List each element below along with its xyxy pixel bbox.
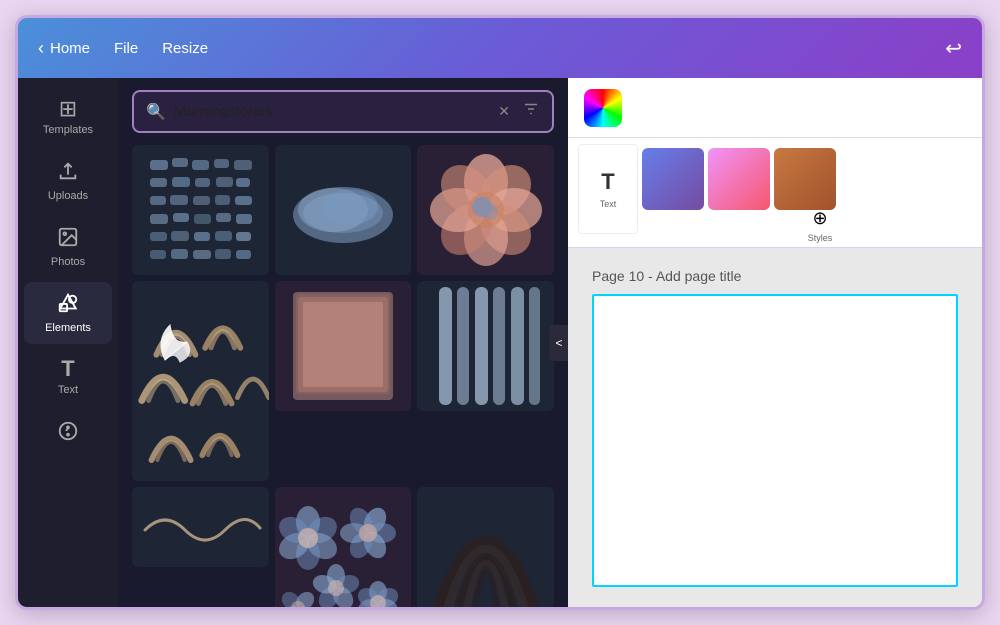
elements-panel: 🔍 ✕ — [118, 78, 568, 607]
filter-icon[interactable] — [522, 100, 540, 123]
elements-grid — [118, 145, 568, 607]
templates-label: Templates — [43, 124, 93, 136]
canvas-area: Page 10 - Add page title — [568, 248, 982, 607]
back-arrow-icon: ‹ — [38, 38, 44, 59]
sidebar: ⊞ Templates Uploads — [18, 78, 118, 607]
sidebar-item-templates[interactable]: ⊞ Templates — [24, 88, 112, 146]
styles-tool-button[interactable]: ⊕ Styles — [790, 180, 850, 248]
element-squiggle[interactable] — [132, 487, 269, 567]
element-blue-flowers[interactable] — [275, 487, 412, 607]
search-input[interactable] — [174, 103, 490, 120]
photos-icon — [57, 226, 79, 252]
templates-icon: ⊞ — [59, 98, 77, 120]
file-button[interactable]: File — [114, 40, 138, 57]
sidebar-item-photos[interactable]: Photos — [24, 216, 112, 278]
right-area: T Text ⊕ Styles Page 10 — [568, 78, 982, 607]
text-tool-label: Text — [600, 199, 617, 209]
element-stripes[interactable] — [417, 281, 554, 411]
page-title-bar: Page 10 - Add page title — [592, 268, 958, 284]
text-icon: T — [61, 358, 74, 380]
text-tool-icon: T — [601, 169, 614, 195]
element-rainbows[interactable] — [132, 281, 269, 481]
gradient-thumb-1[interactable] — [642, 148, 704, 210]
home-label: Home — [50, 40, 90, 57]
sidebar-item-more[interactable] — [24, 410, 112, 456]
color-picker-button[interactable] — [584, 89, 622, 127]
elements-label: Elements — [45, 322, 91, 334]
photos-label: Photos — [51, 256, 85, 268]
sidebar-item-uploads[interactable]: Uploads — [24, 150, 112, 212]
undo-button[interactable]: ↩ — [945, 36, 962, 61]
right-toolbar — [568, 78, 982, 138]
element-peach-flower[interactable] — [417, 145, 554, 275]
elements-icon — [57, 292, 79, 318]
more-icon — [57, 420, 79, 446]
styles-icon: ⊕ — [812, 208, 827, 229]
page-canvas[interactable] — [592, 294, 958, 587]
uploads-label: Uploads — [48, 190, 88, 202]
collapse-panel-button[interactable]: < — [549, 325, 568, 361]
uploads-icon — [57, 160, 79, 186]
gradient-thumb-2[interactable] — [708, 148, 770, 210]
collapse-icon: < — [555, 336, 562, 350]
element-rainbow-arch[interactable] — [417, 487, 554, 607]
text-tool-button[interactable]: T Text — [578, 144, 638, 234]
element-cloud[interactable] — [275, 145, 412, 275]
page-title: Page 10 - Add page title — [592, 268, 741, 284]
resize-button[interactable]: Resize — [162, 40, 208, 57]
right-panel-mini: T Text ⊕ Styles — [568, 138, 982, 248]
resize-label: Resize — [162, 40, 208, 57]
sidebar-item-text[interactable]: T Text — [24, 348, 112, 406]
app-frame: ‹ Home File Resize ↩ ⊞ Templates — [15, 15, 985, 610]
styles-label: Styles — [808, 233, 833, 243]
clear-search-button[interactable]: ✕ — [498, 103, 510, 120]
element-watercolor-rect[interactable] — [275, 281, 412, 411]
file-label: File — [114, 40, 138, 57]
top-bar: ‹ Home File Resize ↩ — [18, 18, 982, 78]
text-label: Text — [58, 384, 78, 396]
main-content: ⊞ Templates Uploads — [18, 78, 982, 607]
element-dots[interactable] — [132, 145, 269, 275]
undo-icon: ↩ — [945, 36, 962, 61]
search-bar: 🔍 ✕ — [132, 90, 554, 133]
search-icon: 🔍 — [146, 102, 166, 122]
sidebar-item-elements[interactable]: Elements — [24, 282, 112, 344]
back-button[interactable]: ‹ Home — [38, 38, 90, 59]
